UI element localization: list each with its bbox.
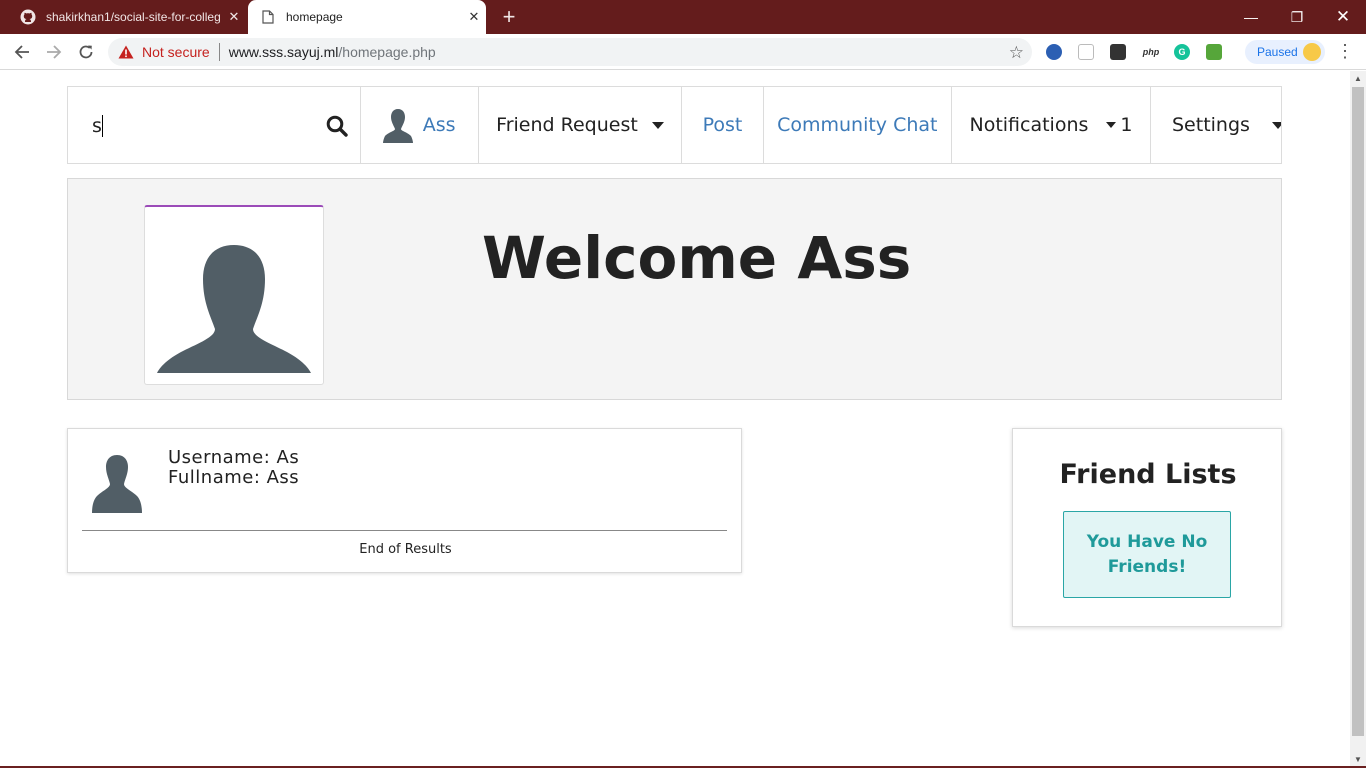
profile-label: Paused bbox=[1257, 45, 1298, 59]
result-username: Username: As bbox=[168, 447, 300, 468]
scrollbar-thumb[interactable] bbox=[1352, 87, 1364, 736]
forward-icon[interactable] bbox=[40, 38, 68, 66]
user-avatar-icon bbox=[382, 107, 413, 143]
friend-list-card: Friend Lists You Have No Friends! bbox=[1012, 428, 1282, 627]
result-fullname: Fullname: Ass bbox=[168, 467, 300, 488]
minimize-icon[interactable]: — bbox=[1228, 0, 1274, 34]
result-avatar-icon[interactable] bbox=[90, 453, 144, 515]
tab-title: homepage bbox=[286, 10, 343, 24]
bookmark-star-icon[interactable]: ☆ bbox=[1009, 43, 1024, 63]
nav-notifications[interactable]: Notifications 1 bbox=[952, 87, 1151, 163]
security-label[interactable]: Not secure bbox=[142, 44, 210, 60]
page-icon bbox=[260, 9, 276, 25]
no-friends-alert: You Have No Friends! bbox=[1063, 511, 1231, 598]
ext-globe-icon[interactable] bbox=[1046, 44, 1062, 60]
avatar-silhouette-icon bbox=[157, 245, 311, 373]
nav-post[interactable]: Post bbox=[682, 87, 764, 163]
search-input[interactable] bbox=[92, 113, 312, 139]
ext-trello-icon[interactable] bbox=[1110, 44, 1126, 60]
page-scrollbar[interactable]: ▲ ▼ bbox=[1350, 71, 1366, 768]
chevron-down-icon bbox=[1271, 121, 1281, 129]
scroll-up-icon[interactable]: ▲ bbox=[1350, 71, 1366, 87]
url-host: www.sss.sayuj.ml bbox=[228, 44, 339, 60]
github-icon bbox=[20, 9, 36, 25]
chevron-down-icon bbox=[651, 121, 664, 129]
nav-search bbox=[68, 87, 361, 163]
friend-list-title: Friend Lists bbox=[1059, 459, 1237, 490]
profile-picture bbox=[144, 205, 324, 385]
url-path: /homepage.php bbox=[338, 44, 436, 60]
restore-icon[interactable]: ❐ bbox=[1274, 0, 1320, 34]
end-of-results: End of Results bbox=[359, 542, 452, 557]
result-details[interactable]: Username: As Fullname: Ass bbox=[168, 448, 299, 488]
community-chat-label: Community Chat bbox=[777, 114, 938, 136]
back-icon[interactable] bbox=[8, 38, 36, 66]
profile-button[interactable]: Paused bbox=[1245, 40, 1325, 64]
new-tab-button[interactable]: + bbox=[496, 5, 522, 29]
tab-title: shakirkhan1/social-site-for-colleg bbox=[46, 10, 221, 24]
chevron-down-icon bbox=[1106, 122, 1117, 128]
address-bar[interactable]: Not secure www.sss.sayuj.ml/homepage.php… bbox=[108, 38, 1032, 66]
browser-tabstrip: shakirkhan1/social-site-for-colleg ✕ hom… bbox=[0, 0, 1366, 34]
browser-tab-homepage[interactable]: homepage ✕ bbox=[248, 0, 486, 34]
site-navbar: Ass Friend Request Post Community Chat N… bbox=[67, 86, 1282, 164]
notifications-label: Notifications bbox=[969, 114, 1089, 136]
welcome-banner: Welcome Ass bbox=[67, 178, 1282, 400]
post-label: Post bbox=[702, 114, 743, 136]
browser-menu-icon[interactable]: ⋮ bbox=[1336, 42, 1354, 62]
profile-avatar bbox=[1303, 43, 1321, 61]
welcome-title: Welcome Ass bbox=[482, 224, 912, 292]
text-caret bbox=[102, 115, 103, 137]
address-separator bbox=[218, 43, 220, 61]
friend-request-label: Friend Request bbox=[496, 114, 638, 136]
nav-profile[interactable]: Ass bbox=[361, 87, 479, 163]
ext-grammarly-icon[interactable]: G bbox=[1174, 44, 1190, 60]
ext-download-icon[interactable] bbox=[1206, 44, 1222, 60]
nav-user-name: Ass bbox=[422, 114, 456, 136]
search-result-card: Username: As Fullname: Ass End of Result… bbox=[67, 428, 742, 573]
divider bbox=[82, 530, 727, 531]
ext-php-icon[interactable]: php bbox=[1140, 44, 1162, 60]
close-tab-icon[interactable]: ✕ bbox=[462, 9, 486, 25]
nav-friend-request[interactable]: Friend Request bbox=[479, 87, 683, 163]
close-window-icon[interactable]: ✕ bbox=[1320, 0, 1366, 34]
close-tab-icon[interactable]: ✕ bbox=[222, 9, 246, 25]
nav-community-chat[interactable]: Community Chat bbox=[764, 87, 952, 163]
notifications-count: 1 bbox=[1120, 114, 1133, 136]
ext-doc-icon[interactable] bbox=[1078, 44, 1094, 60]
browser-tab-github[interactable]: shakirkhan1/social-site-for-colleg ✕ bbox=[8, 0, 246, 34]
warning-icon bbox=[118, 44, 134, 60]
search-icon[interactable] bbox=[326, 115, 348, 137]
nav-settings[interactable]: Settings bbox=[1151, 87, 1281, 163]
page-content: Ass Friend Request Post Community Chat N… bbox=[0, 71, 1350, 768]
browser-toolbar: Not secure www.sss.sayuj.ml/homepage.php… bbox=[0, 34, 1366, 70]
settings-label: Settings bbox=[1172, 114, 1250, 136]
reload-icon[interactable] bbox=[72, 38, 100, 66]
